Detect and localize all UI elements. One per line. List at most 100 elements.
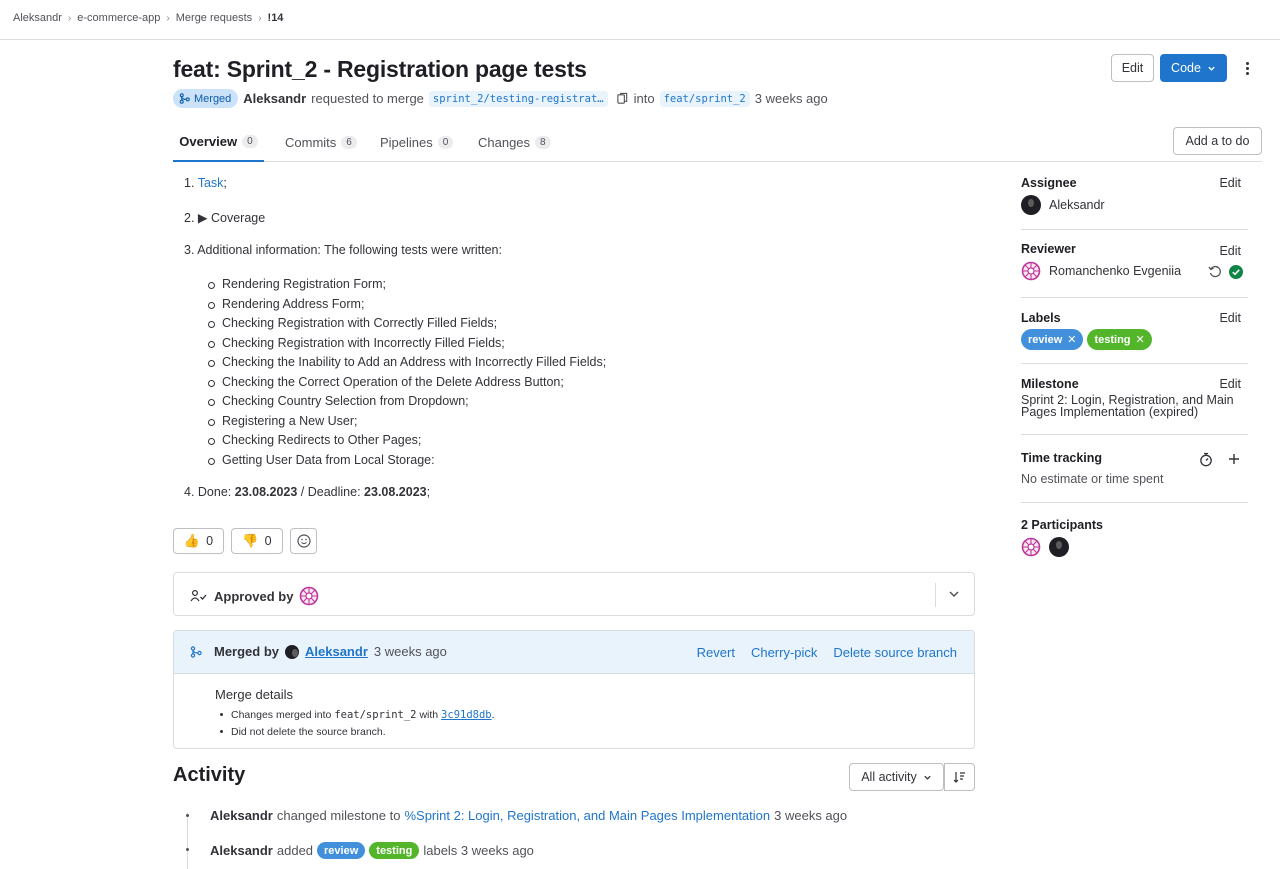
add-reaction-button[interactable] (290, 528, 317, 554)
tab-commits-count: 6 (341, 135, 357, 149)
tab-pipelines[interactable]: Pipelines 0 (380, 122, 454, 162)
activity-dot (186, 848, 189, 851)
tab-changes[interactable]: Changes 8 (478, 122, 551, 162)
merge-actions: Revert Cherry-pick Delete source branch (697, 645, 957, 660)
merge-details-title: Merge details (215, 687, 294, 702)
participants-section: 2 Participants (1021, 518, 1248, 563)
detail-prefix: Changes merged into (231, 709, 332, 721)
breadcrumb-project[interactable]: e-commerce-app (77, 12, 160, 24)
milestone-edit-button[interactable]: Edit (1219, 377, 1241, 391)
stopwatch-icon[interactable] (1199, 452, 1213, 467)
test-list-item: Rendering Address Form; (208, 296, 606, 316)
edit-button[interactable]: Edit (1111, 54, 1154, 82)
task-link[interactable]: Task (198, 176, 224, 190)
desc-item-done: 4. Done: 23.08.2023 / Deadline: 23.08.20… (184, 485, 430, 499)
labels-edit-button[interactable]: Edit (1219, 311, 1241, 325)
into-text: into (633, 91, 655, 106)
time-tracking-section: Time tracking No estimate or time spent (1021, 451, 1248, 503)
activity-text: added (276, 843, 314, 858)
merge-detail-item: Changes merged into feat/sprint_2 with 3… (215, 707, 495, 724)
chevron-down-icon (924, 775, 931, 780)
merge-detail-item: Did not delete the source branch. (215, 724, 495, 741)
tab-commits[interactable]: Commits 6 (285, 122, 357, 162)
reviewer-avatar (1021, 261, 1041, 281)
author-name[interactable]: Aleksandr (243, 91, 306, 106)
breadcrumb-mr[interactable]: !14 (268, 12, 284, 24)
close-icon[interactable]: ✕ (1067, 333, 1076, 346)
thumbs-up-button[interactable]: 👍 0 (173, 528, 224, 554)
assignee-edit-button[interactable]: Edit (1219, 176, 1241, 190)
label-testing[interactable]: testing (369, 842, 420, 859)
assignee-user[interactable]: Aleksandr (1021, 195, 1248, 215)
deadline-prefix: / Deadline: (300, 485, 361, 499)
more-actions-icon[interactable] (1240, 58, 1254, 78)
chevron-right-icon: › (166, 12, 170, 24)
merge-widget-header: Merged by Aleksandr 3 weeks ago Revert C… (174, 631, 974, 674)
copy-icon[interactable] (616, 92, 629, 105)
label-testing[interactable]: testing ✕ (1087, 329, 1152, 350)
activity-user[interactable]: Aleksandr (210, 808, 273, 823)
close-icon[interactable]: ✕ (1136, 333, 1145, 346)
add-todo-button[interactable]: Add a to do (1173, 127, 1262, 155)
activity-item: Aleksandr changed milestone to %Sprint 2… (210, 808, 847, 823)
thumbs-down-button[interactable]: 👎 0 (231, 528, 283, 554)
deadline-date: 23.08.2023 (364, 485, 427, 499)
tab-pipelines-count: 0 (437, 135, 454, 149)
sort-direction-button[interactable] (944, 763, 975, 791)
done-prefix: 4. Done: (184, 485, 232, 499)
breadcrumb-user[interactable]: Aleksandr (13, 12, 62, 24)
test-list-item: Registering a New User; (208, 413, 606, 433)
target-branch[interactable]: feat/sprint_2 (659, 90, 750, 107)
breadcrumb-merge-requests[interactable]: Merge requests (176, 12, 252, 24)
activity-text: changed milestone to (276, 808, 401, 823)
page-title: feat: Sprint_2 - Registration page tests (173, 56, 587, 82)
revert-button[interactable]: Revert (697, 645, 735, 660)
participants-title: 2 Participants (1021, 518, 1103, 532)
code-button[interactable]: Code (1160, 54, 1227, 82)
tab-overview[interactable]: Overview 0 (173, 122, 264, 162)
activity-title: Activity (173, 764, 246, 786)
coverage-toggle[interactable]: 2. ▶ Coverage (184, 210, 265, 225)
participants-list (1021, 537, 1248, 557)
label-review[interactable]: review ✕ (1021, 329, 1084, 350)
cherry-pick-button[interactable]: Cherry-pick (751, 645, 817, 660)
commit-sha-link[interactable]: 3c91d8db (441, 709, 492, 721)
source-branch[interactable]: sprint_2/testing-registrat… (428, 90, 608, 107)
participant-avatar[interactable] (1021, 537, 1041, 557)
participant-avatar[interactable] (1049, 537, 1069, 557)
test-list-item: Checking the Correct Operation of the De… (208, 374, 606, 394)
chevron-down-icon[interactable] (947, 587, 961, 601)
tab-changes-label: Changes (478, 134, 531, 150)
approved-check-icon (1229, 265, 1243, 279)
reviewer-edit-button[interactable]: Edit (1219, 244, 1241, 258)
test-list-item: Checking Registration with Correctly Fil… (208, 315, 606, 335)
tab-changes-count: 8 (535, 135, 551, 149)
chevron-down-icon (1208, 66, 1215, 71)
activity-filter-dropdown[interactable]: All activity (849, 763, 944, 791)
rerequest-review-icon[interactable] (1208, 265, 1222, 279)
plus-icon[interactable] (1228, 453, 1240, 465)
assignee-title: Assignee (1021, 176, 1077, 190)
label-testing-text: testing (1094, 333, 1131, 346)
merged-by-user-link[interactable]: Aleksandr (305, 644, 368, 659)
activity-user[interactable]: Aleksandr (210, 843, 273, 858)
mr-time: 3 weeks ago (754, 91, 828, 106)
detail-branch: feat/sprint_2 (334, 709, 417, 721)
label-review[interactable]: review (317, 842, 366, 859)
requested-text: requested to merge (311, 91, 424, 106)
smiley-icon (296, 534, 311, 548)
tab-overview-label: Overview (179, 133, 238, 149)
thumbs-down-icon: 👎 (242, 533, 259, 548)
time-tracking-value: No estimate or time spent (1021, 472, 1164, 486)
test-list-item: Checking the Inability to Add an Address… (208, 354, 606, 374)
milestone-link[interactable]: %Sprint 2: Login, Registration, and Main… (404, 808, 770, 823)
assignee-section: Assignee Edit Aleksandr (1021, 176, 1248, 230)
delete-source-branch-button[interactable]: Delete source branch (833, 645, 957, 660)
reviewer-avatar[interactable] (299, 586, 319, 606)
milestone-value[interactable]: Sprint 2: Login, Registration, and Main … (1021, 394, 1246, 419)
merged-by-label: Merged by (214, 644, 280, 659)
mr-tabs: Overview 0 Commits 6 Pipelines 0 Changes… (173, 122, 1262, 162)
user-avatar[interactable] (285, 644, 300, 659)
status-badge: Merged (173, 89, 239, 108)
test-list-item: Checking Registration with Incorrectly F… (208, 335, 606, 355)
